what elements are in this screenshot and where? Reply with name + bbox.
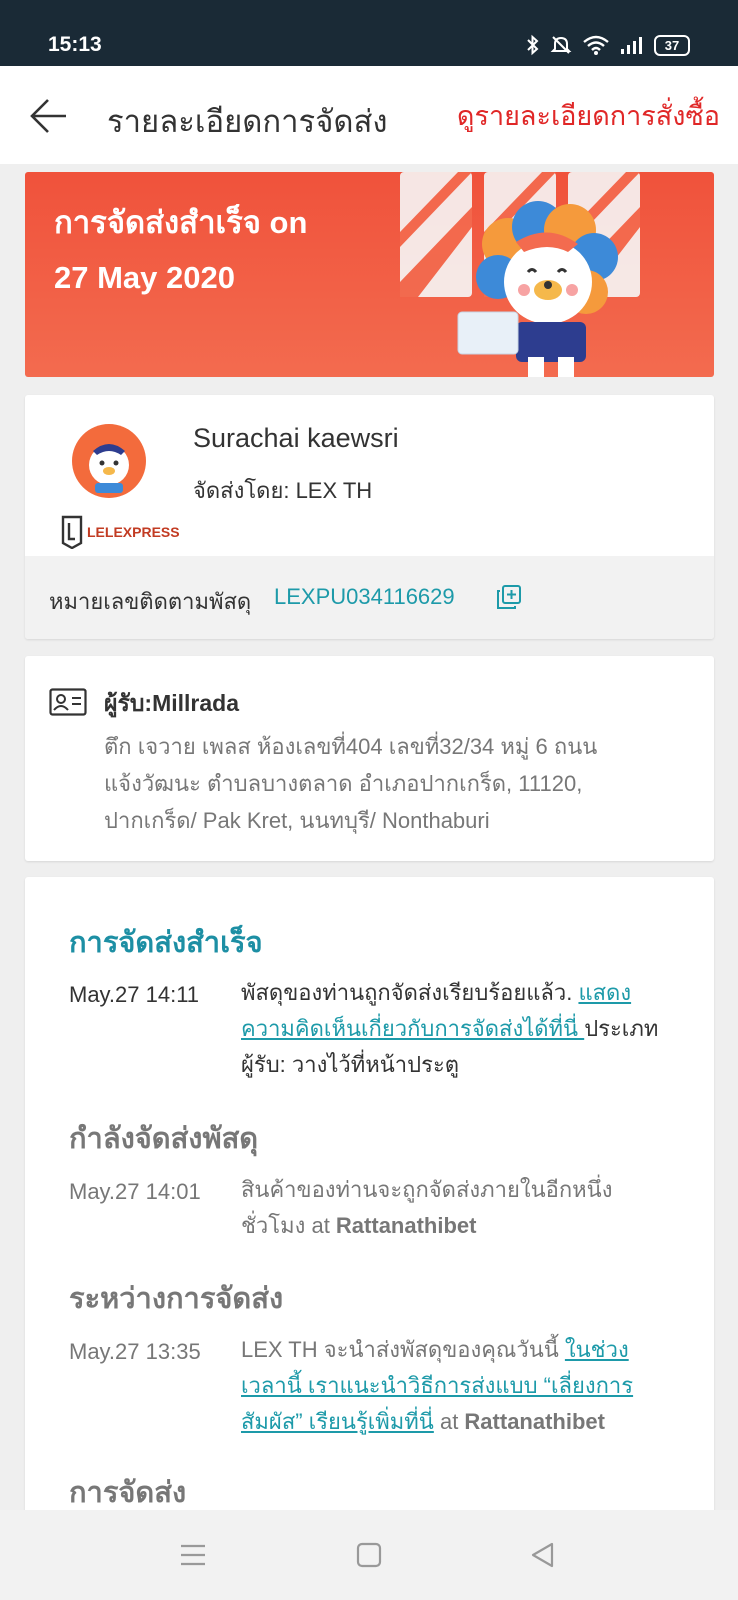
- event-text: สินค้าของท่านจะถูกจัดส่งภายในอีกหนึ่งชั่…: [241, 1172, 661, 1244]
- address-line1: ตึก เจวาย เพลส ห้องเลขที่404 เลขที่32/34…: [104, 734, 598, 759]
- page-title: รายละเอียดการจัดส่ง: [107, 104, 388, 139]
- tracking-row: หมายเลขติดตามพัสดุ LEXPU034116629: [25, 556, 714, 639]
- delivery-success-banner: การจัดส่งสำเร็จ on 27 May 2020: [25, 172, 714, 377]
- system-nav-bar: [0, 1510, 738, 1600]
- stage-title: กำลังจัดส่งพัสดุ: [69, 1123, 259, 1155]
- lel-express-text: LELEXPRESS: [87, 524, 180, 540]
- status-icons: 37: [526, 34, 690, 56]
- stage-title: การจัดส่งสำเร็จ: [69, 927, 263, 959]
- bluetooth-icon: [526, 34, 540, 56]
- app-header: รายละเอียดการจัดส่ง ดูรายละเอียดการสั่งซ…: [0, 66, 738, 164]
- status-time: 15:13: [48, 33, 102, 56]
- event-text-part: LEX TH จะนำส่งพัสดุของคุณวันนี้: [241, 1337, 565, 1362]
- banner-line1: การจัดส่งสำเร็จ on: [54, 205, 308, 240]
- wifi-icon: [582, 34, 610, 56]
- lel-express-logo: LELEXPRESS: [61, 515, 180, 549]
- stage-title: การจัดส่ง: [69, 1477, 187, 1509]
- event-location: Rattanathibet: [335, 1213, 477, 1238]
- event-time: May.27 14:11: [69, 982, 200, 1007]
- battery-icon: 37: [654, 34, 690, 56]
- shipped-by: จัดส่งโดย: LEX TH: [193, 478, 373, 503]
- view-order-details-link[interactable]: ดูรายละเอียดการสั่งซื้อ: [457, 94, 720, 137]
- back-triangle-icon[interactable]: [528, 1540, 558, 1570]
- contact-card-icon: [49, 688, 87, 721]
- event-text-part: พัสดุของท่านถูกจัดส่งเรียบร้อยแล้ว.: [241, 980, 579, 1005]
- lel-mascot-logo: [72, 424, 146, 498]
- event-time: May.27 13:35: [69, 1339, 201, 1364]
- tracking-label: หมายเลขติดตามพัสดุ: [49, 589, 252, 614]
- menu-icon[interactable]: [178, 1540, 208, 1570]
- address-line3: ปากเกร็ด/ Pak Kret, นนทบุรี/ Nonthaburi: [104, 808, 490, 833]
- address-lines: ตึก เจวาย เพลส ห้องเลขที่404 เลขที่32/34…: [104, 728, 664, 839]
- banner-line2: 27 May 2020: [54, 260, 235, 295]
- courier-card: LELEXPRESS Surachai kaewsri จัดส่งโดย: L…: [25, 395, 714, 639]
- tracking-timeline: การจัดส่งสำเร็จ May.27 14:11 พัสดุของท่า…: [25, 877, 714, 1522]
- status-bar: 15:13 37: [0, 0, 738, 66]
- event-location: Rattanathibet: [464, 1409, 605, 1434]
- address-line2: แจ้งวัฒนะ ตำบลบางตลาด อำเภอปากเกร็ด, 111…: [104, 771, 583, 796]
- address-recipient: ผู้รับ:Millrada: [104, 690, 240, 716]
- event-text: LEX TH จะนำส่งพัสดุของคุณวันนี้ ในช่วงเว…: [241, 1332, 661, 1440]
- event-text: พัสดุของท่านถูกจัดส่งเรียบร้อยแล้ว. แสดง…: [241, 975, 661, 1083]
- mute-bell-icon: [550, 34, 572, 56]
- event-time: May.27 14:01: [69, 1179, 201, 1204]
- stage-title: ระหว่างการจัดส่ง: [69, 1283, 284, 1315]
- home-square-icon[interactable]: [354, 1540, 384, 1570]
- back-arrow-icon[interactable]: [28, 94, 72, 138]
- mascot-illustration: [400, 172, 640, 377]
- event-text-part: at: [433, 1409, 465, 1434]
- recipient-name: Surachai kaewsri: [193, 423, 399, 453]
- tracking-number[interactable]: LEXPU034116629: [274, 584, 455, 610]
- banner-text: การจัดส่งสำเร็จ on 27 May 2020: [54, 195, 307, 305]
- signal-icon: [620, 35, 644, 55]
- address-card: ผู้รับ:Millrada ตึก เจวาย เพลส ห้องเลขที…: [25, 656, 714, 861]
- copy-icon[interactable]: [496, 584, 522, 610]
